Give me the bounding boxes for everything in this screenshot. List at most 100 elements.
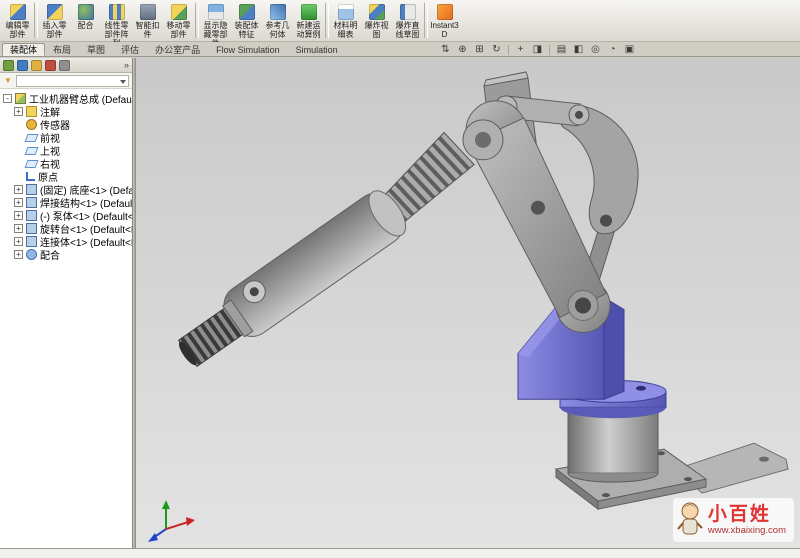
expand-box-icon[interactable]: + (14, 250, 23, 259)
pedestal-part[interactable] (568, 407, 658, 482)
edit-appearance-icon[interactable]: ◔ (605, 43, 620, 56)
tab-office-products[interactable]: 办公室产品 (147, 43, 208, 56)
smart-fasteners-label: 智能扣件 (133, 21, 163, 39)
expand-box-icon[interactable]: + (14, 107, 23, 116)
linear-component-pattern-button[interactable]: 线性零部件阵列 (101, 1, 132, 40)
expand-box-icon[interactable]: + (14, 185, 23, 194)
forearm-part[interactable] (216, 184, 413, 344)
assembly-features-button[interactable]: 装配体特征 (231, 1, 262, 40)
tree-item-top-plane[interactable]: 上视 (0, 144, 132, 157)
hud-separator (508, 45, 509, 55)
instant3d-label: Instant3D (430, 21, 460, 39)
exploded-view-label: 爆炸视图 (362, 21, 392, 39)
dimxpert-tab-icon[interactable] (45, 60, 56, 71)
reference-geometry-icon (270, 4, 286, 20)
property-manager-tab-icon[interactable] (17, 60, 28, 71)
expand-box-icon[interactable]: + (14, 198, 23, 207)
watermark-mascot (677, 501, 703, 539)
panel-tab-strip: » (0, 58, 132, 73)
tree-item-front-plane[interactable]: 前视 (0, 131, 132, 144)
reference-geometry-button[interactable]: 参考几何体 (262, 1, 293, 40)
insert-component-button[interactable]: 插入零部件 (39, 1, 70, 40)
tree-item-connector-component[interactable]: + 连接体<1> (Default<Defaul (0, 235, 132, 248)
instant3d-button[interactable]: Instant3D (429, 1, 460, 40)
smart-fasteners-icon (140, 4, 156, 20)
explode-line-sketch-button[interactable]: 爆炸直线草图 (392, 1, 423, 40)
toolbar-separator (325, 3, 329, 38)
part-icon (26, 197, 37, 208)
mate-button[interactable]: 配合 (70, 1, 101, 40)
expand-box-icon[interactable]: + (14, 224, 23, 233)
collapse-box-icon[interactable]: - (3, 94, 12, 103)
section-view-icon[interactable]: ◨ (530, 43, 545, 56)
robot-arm-model[interactable] (136, 58, 800, 548)
explode-line-sketch-label: 爆炸直线草图 (393, 21, 423, 39)
part-icon (26, 184, 37, 195)
view-orientation-icon[interactable]: ▤ (554, 43, 569, 56)
toolbar-separator (424, 3, 428, 38)
panel-overflow-chevrons[interactable]: » (124, 60, 129, 70)
move-component-icon (171, 4, 187, 20)
feature-tree-tab-icon[interactable] (3, 60, 14, 71)
watermark-title: 小百姓 (708, 505, 786, 525)
part-icon (26, 236, 37, 247)
tree-item-mates[interactable]: + 配合 (0, 248, 132, 261)
tab-sketch[interactable]: 草图 (79, 43, 113, 56)
part-icon (26, 210, 37, 221)
tab-simulation[interactable]: Simulation (288, 43, 346, 56)
tab-layout[interactable]: 布局 (45, 43, 79, 56)
expand-box-icon[interactable]: + (14, 237, 23, 246)
assembly-features-icon (239, 4, 255, 20)
apply-scene-icon[interactable]: ▣ (622, 43, 637, 56)
tab-flow-simulation[interactable]: Flow Simulation (208, 43, 288, 56)
linear-component-pattern-icon (109, 4, 125, 20)
tree-item-sensors[interactable]: 传感器 (0, 118, 132, 131)
rotate-view-icon[interactable]: ↻ (489, 43, 504, 56)
zoom-in-out-icon[interactable]: ⇅ (438, 43, 453, 56)
display-style-icon[interactable]: ◧ (571, 43, 586, 56)
tree-item-label: 配合 (40, 247, 60, 262)
pan-icon[interactable]: + (513, 43, 528, 56)
exploded-view-icon (369, 4, 385, 20)
filter-funnel-icon: ▼ (3, 76, 13, 85)
bill-of-materials-button[interactable]: 材料明细表 (330, 1, 361, 40)
plane-icon (25, 160, 39, 168)
main-toolbar: 编辑零部件 插入零部件 配合 线性零部件阵列 智能扣件 移动零部件 显示隐藏零部… (0, 0, 800, 42)
tree-item-right-plane[interactable]: 右视 (0, 157, 132, 170)
graphics-viewport[interactable]: 小百姓 www.xbaixing.com (136, 58, 800, 548)
insert-component-icon (47, 4, 63, 20)
mates-folder-icon (26, 249, 37, 260)
toolbar-separator (34, 3, 38, 38)
mate-icon (78, 4, 94, 20)
filter-dropdown[interactable] (16, 75, 129, 87)
origin-icon (26, 172, 35, 181)
configuration-manager-tab-icon[interactable] (31, 60, 42, 71)
zoom-to-fit-icon[interactable]: ⊕ (455, 43, 470, 56)
zoom-area-icon[interactable]: ⊞ (472, 43, 487, 56)
edit-component-icon (10, 4, 26, 20)
new-motion-study-button[interactable]: 新建运动算例 (293, 1, 324, 40)
display-manager-tab-icon[interactable] (59, 60, 70, 71)
toolbar-separator (195, 3, 199, 38)
hide-show-items-icon[interactable]: ◎ (588, 43, 603, 56)
command-manager-tabbar: 装配体 布局 草图 评估 办公室产品 Flow Simulation Simul… (0, 42, 800, 57)
tree-filter-row: ▼ (0, 73, 132, 89)
expand-box-icon[interactable]: + (14, 211, 23, 220)
show-hidden-components-button[interactable]: 显示隐藏零部件 (200, 1, 231, 40)
show-hidden-components-icon (208, 4, 224, 20)
sensors-icon (26, 119, 37, 130)
move-component-button[interactable]: 移动零部件 (163, 1, 194, 40)
tab-evaluate[interactable]: 评估 (113, 43, 147, 56)
watermark-url: www.xbaixing.com (708, 525, 786, 536)
plane-icon (25, 134, 39, 142)
bill-of-materials-label: 材料明细表 (331, 21, 361, 39)
orientation-triad (148, 500, 195, 542)
edit-component-button[interactable]: 编辑零部件 (2, 1, 33, 40)
heads-up-view-toolbar: ⇅ ⊕ ⊞ ↻ + ◨ ▤ ◧ ◎ ◔ ▣ (438, 43, 637, 56)
edit-component-label: 编辑零部件 (3, 21, 33, 39)
exploded-view-button[interactable]: 爆炸视图 (361, 1, 392, 40)
tree-root-assembly[interactable]: - 工业机器臂总成 (Default<Defa (0, 92, 132, 105)
mate-label: 配合 (71, 21, 101, 30)
tab-assembly[interactable]: 装配体 (2, 43, 45, 56)
smart-fasteners-button[interactable]: 智能扣件 (132, 1, 163, 40)
